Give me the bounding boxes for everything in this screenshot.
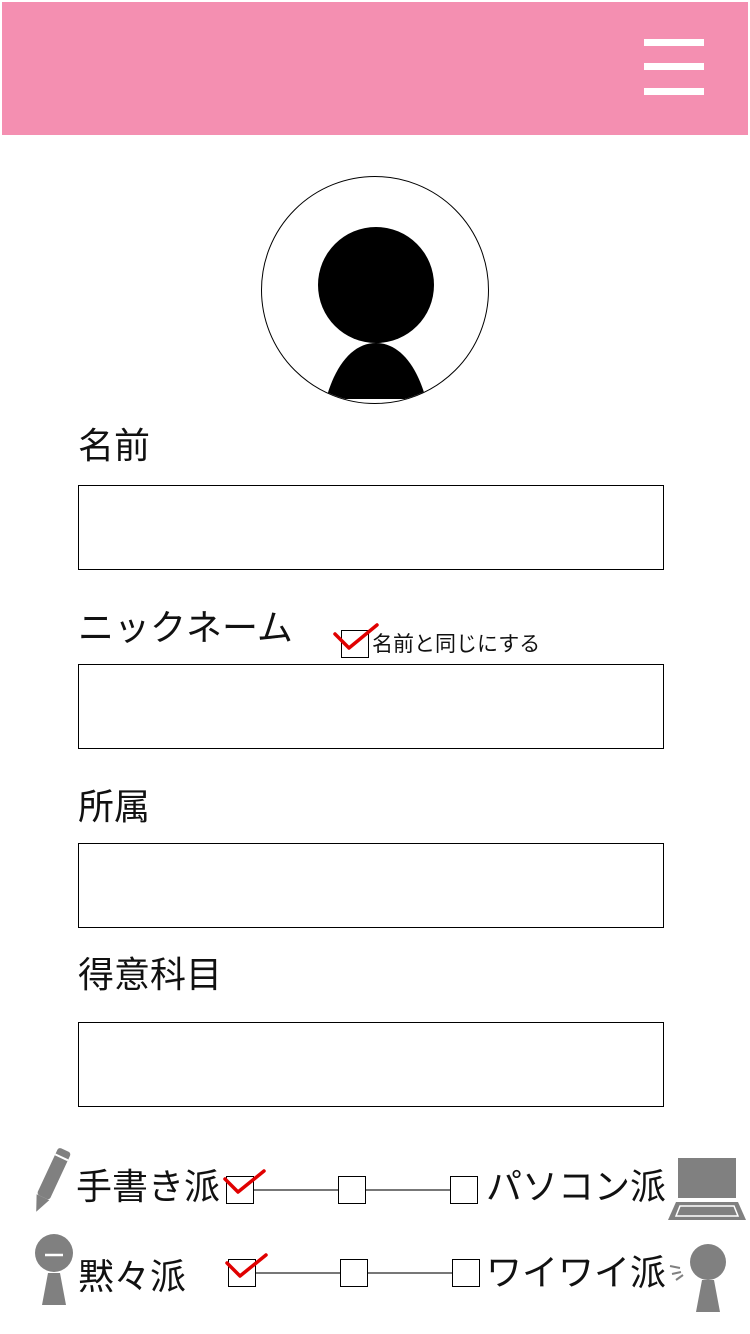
profile-avatar[interactable] — [261, 176, 489, 404]
subject-label: 得意科目 — [78, 955, 223, 996]
menu-bar — [644, 88, 704, 95]
pc-label: パソコン派 — [486, 1167, 667, 1208]
laptop-icon — [668, 1158, 746, 1220]
user-silhouette-icon — [318, 227, 434, 399]
name-label: 名前 — [78, 426, 151, 467]
preference-option-2[interactable] — [338, 1176, 366, 1204]
quiet-label: 黙々派 — [78, 1257, 187, 1298]
menu-bar — [644, 63, 704, 70]
preference-option-1[interactable] — [228, 1259, 256, 1287]
preference-option-3[interactable] — [450, 1176, 478, 1204]
handwriting-label: 手書き派 — [76, 1167, 221, 1208]
subject-input[interactable] — [78, 1022, 664, 1107]
talking-person-icon — [669, 1244, 726, 1312]
menu-bar — [644, 39, 704, 46]
affiliation-input[interactable] — [78, 843, 664, 928]
app-header — [2, 2, 748, 135]
hamburger-menu-icon[interactable] — [642, 36, 706, 102]
same-as-name-checkbox[interactable] — [341, 630, 369, 658]
preference-option-2[interactable] — [340, 1259, 368, 1287]
lively-label: ワイワイ派 — [486, 1253, 667, 1294]
preference-option-3[interactable] — [452, 1259, 480, 1287]
name-input[interactable] — [78, 485, 664, 570]
nickname-input[interactable] — [78, 664, 664, 749]
preference-option-1[interactable] — [226, 1176, 254, 1204]
same-as-name-label: 名前と同じにする — [372, 632, 541, 656]
affiliation-label: 所属 — [78, 787, 151, 828]
quiet-person-icon — [35, 1234, 73, 1305]
nickname-label: ニックネーム — [78, 608, 293, 649]
pencil-icon — [36, 1148, 71, 1212]
